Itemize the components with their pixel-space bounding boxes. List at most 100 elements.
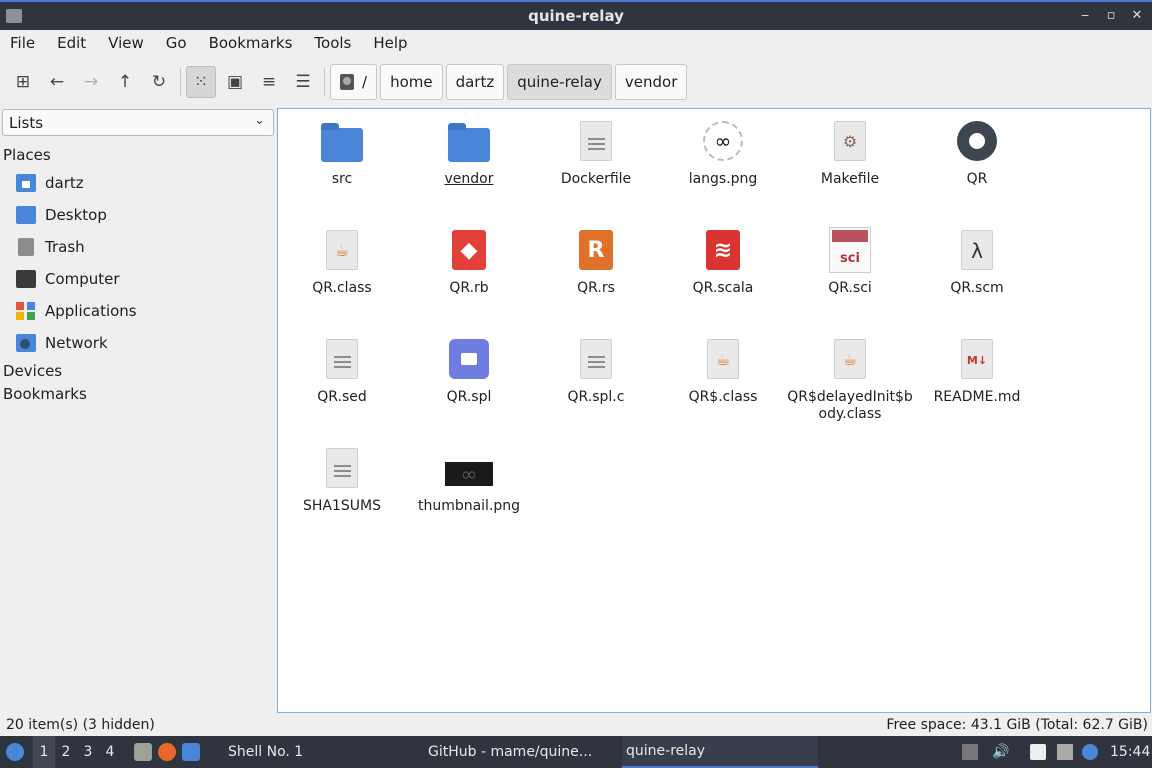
file-item[interactable]: vendor	[406, 117, 532, 188]
icon-view-icon[interactable]: ⁙	[186, 66, 216, 98]
trash-icon	[18, 238, 34, 256]
side-pane-mode-select[interactable]: Lists ⌄	[2, 109, 274, 136]
maximize-icon[interactable]: ▫	[1104, 8, 1118, 23]
file-item[interactable]: ∞ langs.png	[660, 117, 786, 188]
executable-gear-icon	[953, 117, 1001, 165]
file-name: thumbnail.png	[417, 498, 521, 514]
file-item[interactable]: ☕ QR$delayedInit$body.class	[787, 335, 913, 423]
menu-go[interactable]: Go	[166, 30, 187, 56]
up-arrow-icon[interactable]: ↑	[110, 66, 140, 98]
folder-launcher-icon[interactable]	[182, 743, 200, 761]
back-arrow-icon[interactable]: ←	[42, 66, 72, 98]
window-title: quine-relay	[528, 7, 624, 25]
menu-bookmarks[interactable]: Bookmarks	[209, 30, 293, 56]
sidebar-item-desktop[interactable]: Desktop	[16, 202, 107, 228]
file-item[interactable]: SHA1SUMS	[279, 444, 405, 515]
menu-tools[interactable]: Tools	[314, 30, 351, 56]
clipboard-icon[interactable]	[1030, 744, 1046, 760]
file-item[interactable]: QR.spl.c	[533, 335, 659, 406]
sidebar-item-label: Applications	[45, 302, 137, 320]
workspace-1[interactable]: 1	[33, 736, 55, 768]
file-name: QR.class	[312, 280, 372, 296]
sidebar-item-label: Network	[45, 334, 108, 352]
file-item[interactable]: QR	[914, 117, 1040, 188]
sidebar-item-label: Computer	[45, 270, 120, 288]
file-item[interactable]: Dockerfile	[533, 117, 659, 188]
file-name: SHA1SUMS	[303, 498, 381, 514]
start-menu-icon[interactable]	[6, 736, 30, 768]
file-name: QR.scala	[692, 280, 754, 296]
workspace-3[interactable]: 3	[77, 744, 99, 760]
sidebar-item-dartz[interactable]: dartz	[16, 170, 84, 196]
thumbnail-view-icon[interactable]: ▣	[220, 66, 250, 98]
sidebar-item-network[interactable]: Network	[16, 330, 108, 356]
applications-icon	[16, 302, 36, 320]
computer-icon	[16, 270, 36, 288]
workspace-4[interactable]: 4	[99, 744, 121, 760]
file-item[interactable]: ◆ QR.rb	[406, 226, 532, 297]
crumb-vendor[interactable]: vendor	[614, 64, 688, 100]
file-name: QR.rs	[577, 280, 615, 296]
sidebar-item-applications[interactable]: Applications	[16, 298, 137, 324]
compact-view-icon[interactable]: ≡	[254, 66, 284, 98]
crumb-root[interactable]: /	[330, 64, 378, 100]
detailed-list-view-icon[interactable]: ☰	[288, 66, 318, 98]
file-manager-launcher-icon[interactable]	[134, 743, 152, 761]
file-name: QR$.class	[688, 389, 758, 405]
menu-edit[interactable]: Edit	[57, 30, 86, 56]
toolbar-separator	[180, 68, 181, 96]
firefox-launcher-icon[interactable]	[158, 743, 176, 761]
file-item[interactable]: QR.spl	[406, 335, 532, 406]
file-item[interactable]: ⚙ Makefile	[787, 117, 913, 188]
menu-bar: File Edit View Go Bookmarks Tools Help	[0, 30, 1152, 56]
update-notifier-icon[interactable]	[1082, 744, 1098, 760]
text-file-icon	[318, 335, 366, 383]
task-quine-relay[interactable]: quine-relay	[622, 736, 818, 768]
file-item[interactable]: ☕ QR$.class	[660, 335, 786, 406]
sidebar: Lists ⌄ Places dartz Desktop Trash Compu…	[0, 108, 276, 712]
network-icon	[16, 334, 36, 352]
file-item[interactable]: ∞ thumbnail.png	[406, 444, 532, 515]
menu-help[interactable]: Help	[373, 30, 407, 56]
close-icon[interactable]: ✕	[1130, 8, 1144, 23]
crumb-home[interactable]: home	[380, 64, 443, 100]
file-name: QR	[966, 171, 988, 187]
folder-icon	[318, 117, 366, 165]
taskbar: 1 2 3 4 Shell No. 1 GitHub - mame/quine.…	[0, 736, 1152, 768]
crumb-quine-relay[interactable]: quine-relay	[507, 64, 612, 100]
places-heading[interactable]: Places	[3, 146, 51, 164]
file-item[interactable]: QR.sed	[279, 335, 405, 406]
file-item[interactable]: ☕ QR.class	[279, 226, 405, 297]
devices-heading[interactable]: Devices	[3, 362, 62, 380]
sidebar-item-computer[interactable]: Computer	[16, 266, 120, 292]
file-name: QR.sed	[317, 389, 367, 405]
minimize-icon[interactable]: ‒	[1078, 8, 1092, 23]
forward-arrow-icon[interactable]: →	[76, 66, 106, 98]
task-shell[interactable]: Shell No. 1	[224, 736, 420, 768]
menu-file[interactable]: File	[10, 30, 35, 56]
home-folder-icon	[16, 174, 36, 192]
sidebar-item-trash[interactable]: Trash	[16, 234, 85, 260]
java-class-icon: ☕	[318, 226, 366, 274]
clock[interactable]: 15:44	[1110, 736, 1150, 768]
crumb-dartz[interactable]: dartz	[445, 64, 505, 100]
reload-icon[interactable]: ↻	[144, 66, 174, 98]
file-item[interactable]: ≋ QR.scala	[660, 226, 786, 297]
file-name: src	[331, 171, 353, 187]
file-view[interactable]: src vendor Dockerfile ∞ langs.png ⚙ Make…	[277, 108, 1151, 713]
file-item[interactable]: R QR.rs	[533, 226, 659, 297]
bookmarks-heading[interactable]: Bookmarks	[3, 385, 87, 403]
network-tray-icon[interactable]	[1057, 744, 1073, 760]
breadcrumb: / home dartz quine-relay vendor	[330, 64, 688, 100]
file-item[interactable]: sci QR.sci	[787, 226, 913, 297]
file-item[interactable]: λ QR.scm	[914, 226, 1040, 297]
workspace-2[interactable]: 2	[55, 744, 77, 760]
text-file-icon	[318, 444, 366, 492]
new-tab-icon[interactable]: ⊞	[8, 66, 38, 98]
volume-icon[interactable]: 🔊	[992, 744, 1009, 760]
tray-up-icon[interactable]	[962, 744, 978, 760]
menu-view[interactable]: View	[108, 30, 144, 56]
task-firefox[interactable]: GitHub - mame/quine...	[424, 736, 620, 768]
file-item[interactable]: M↓ README.md	[914, 335, 1040, 406]
file-item[interactable]: src	[279, 117, 405, 188]
